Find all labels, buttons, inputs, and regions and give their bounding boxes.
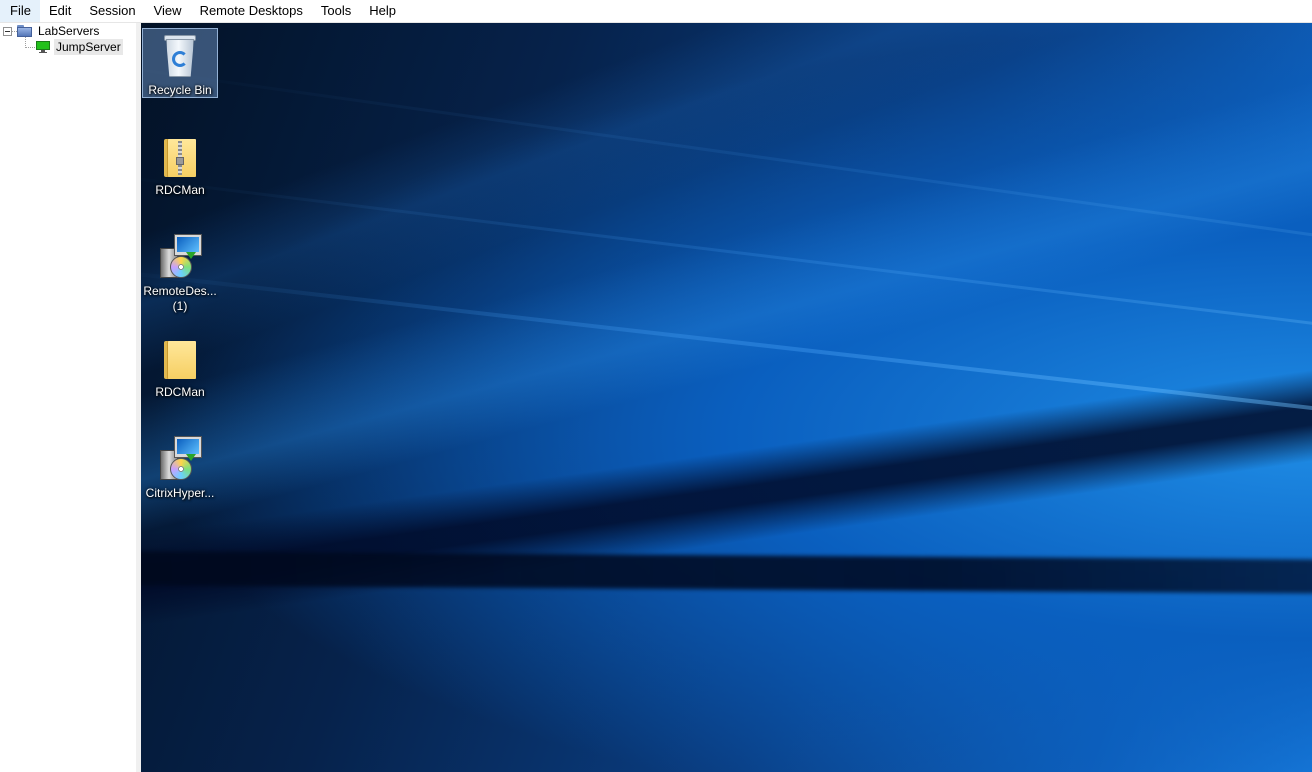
desktop-icon-label: Recycle Bin xyxy=(148,83,212,97)
tree-server-jumpserver[interactable]: JumpServer xyxy=(0,39,136,55)
recycle-bin-icon xyxy=(156,31,204,79)
remote-desktop-view[interactable]: Recycle Bin RDCMan RemoteDes... (1) RDCM… xyxy=(141,23,1312,772)
tree-group-labservers[interactable]: LabServers xyxy=(0,23,136,39)
menu-bar: File Edit Session View Remote Desktops T… xyxy=(0,0,1312,23)
desktop-icon-label: RDCMan xyxy=(155,385,205,399)
desktop-icon-recycle-bin[interactable]: Recycle Bin xyxy=(142,28,218,98)
server-connected-icon xyxy=(36,41,51,53)
menu-session[interactable]: Session xyxy=(80,0,144,22)
menu-remote-desktops[interactable]: Remote Desktops xyxy=(191,0,312,22)
wallpaper-light-beam xyxy=(141,63,1312,261)
tree-server-label: JumpServer xyxy=(54,39,123,55)
desktop-icon-rdcman-zip[interactable]: RDCMan xyxy=(142,129,218,199)
desktop-icon-label: RemoteDes... xyxy=(143,284,217,298)
desktop-icon-label: RDCMan xyxy=(155,183,205,197)
server-group-icon xyxy=(17,25,33,37)
server-tree: LabServers JumpServer xyxy=(0,23,136,772)
desktop-icon-remotedesktop-installer[interactable]: RemoteDes... (1) xyxy=(142,230,218,314)
desktop-icon-rdcman-folder[interactable]: RDCMan xyxy=(142,331,218,401)
menu-view[interactable]: View xyxy=(145,0,191,22)
menu-file[interactable]: File xyxy=(0,0,40,22)
wallpaper-light-beam xyxy=(141,268,1312,431)
desktop-icon-citrix-installer[interactable]: CitrixHyper... xyxy=(142,432,218,502)
collapse-toggle-icon[interactable] xyxy=(3,27,12,36)
installer-icon xyxy=(156,232,204,280)
wallpaper-light-beam xyxy=(141,173,1312,347)
tree-group-label: LabServers xyxy=(38,24,100,38)
menu-tools[interactable]: Tools xyxy=(312,0,360,22)
folder-icon xyxy=(156,333,204,381)
zip-folder-icon xyxy=(156,131,204,179)
menu-edit[interactable]: Edit xyxy=(40,0,80,22)
desktop-icon-label-line2: (1) xyxy=(172,299,188,313)
menu-help[interactable]: Help xyxy=(360,0,405,22)
desktop-icon-label: CitrixHyper... xyxy=(145,486,215,500)
wallpaper-dark-band xyxy=(141,551,1312,595)
installer-icon xyxy=(156,434,204,482)
